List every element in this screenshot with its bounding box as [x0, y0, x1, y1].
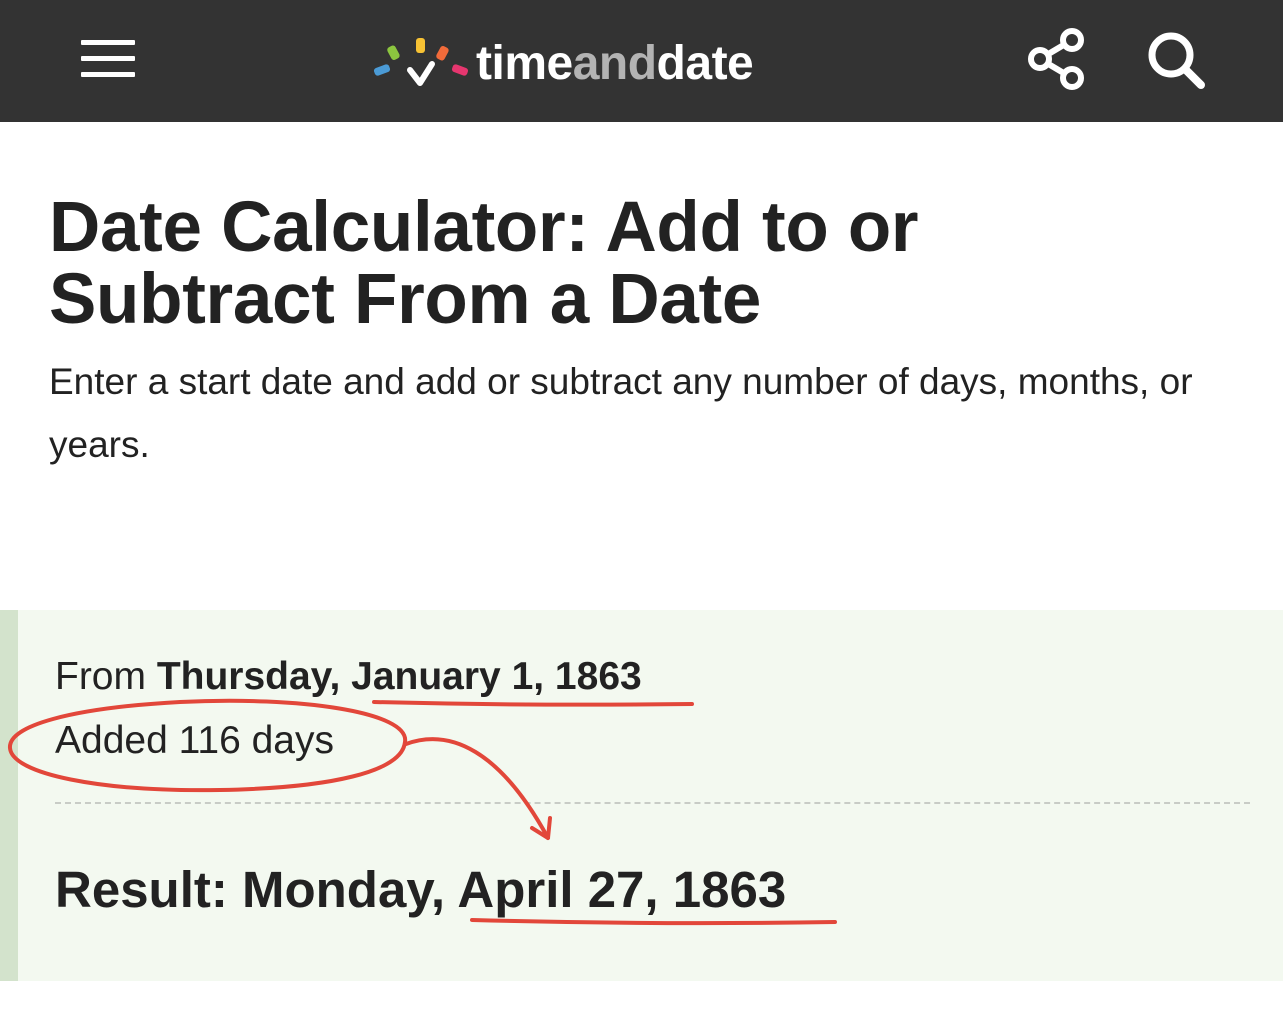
share-icon	[1028, 28, 1084, 90]
from-date: January 1, 1863	[351, 655, 642, 698]
result-panel: From Thursday, January 1, 1863 Added 116…	[0, 610, 1283, 981]
result-date: April 27, 1863	[457, 861, 787, 918]
hamburger-menu-icon[interactable]	[81, 40, 135, 78]
result-prefix: Result: Monday,	[55, 861, 458, 918]
result-panel-accent-bar	[0, 610, 18, 981]
page-title: Date Calculator: Add to or Subtract From…	[49, 188, 919, 339]
result-date-line: Result: Monday, April 27, 1863	[55, 860, 786, 920]
search-icon	[1148, 32, 1205, 89]
logo-text-date: date	[656, 37, 754, 90]
dashed-divider	[55, 802, 1250, 804]
page-intro: Enter a start date and add or subtract a…	[49, 361, 1193, 465]
share-button[interactable]	[1026, 28, 1086, 90]
timeanddate-logo[interactable]: timeanddate	[372, 30, 802, 96]
from-prefix: From	[55, 655, 157, 698]
from-date-line: From Thursday, January 1, 1863	[55, 652, 642, 702]
search-button[interactable]	[1146, 30, 1206, 90]
logo-text-and: and	[572, 37, 657, 90]
logo-text-time: time	[476, 37, 573, 90]
added-days-line: Added 116 days	[55, 719, 334, 762]
logo-wordmark: timeanddate	[476, 36, 754, 92]
logo-mark-icon	[373, 38, 469, 86]
top-navigation-bar: timeanddate	[0, 0, 1283, 122]
from-weekday: Thursday,	[156, 655, 352, 698]
